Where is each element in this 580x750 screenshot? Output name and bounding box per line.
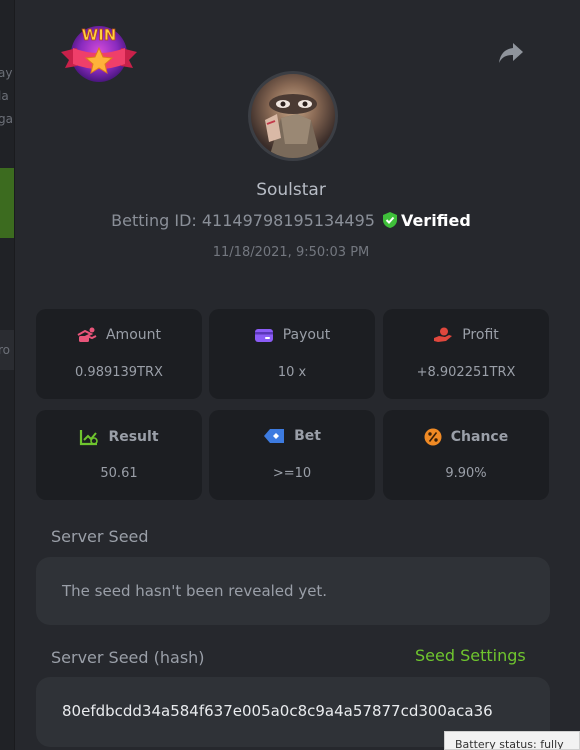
amount-value: 0.989139TRX <box>75 365 163 380</box>
profit-icon <box>434 327 453 342</box>
profit-value: +8.902251TRX <box>416 365 516 380</box>
profit-label: Profit <box>462 327 499 343</box>
result-icon <box>80 430 99 446</box>
amount-label: Amount <box>105 327 161 343</box>
bet-label: Bet <box>294 428 321 444</box>
payout-icon <box>254 329 273 342</box>
bet-value: >=10 <box>272 466 312 481</box>
bet-timestamp: 11/18/2021, 9:50:03 PM <box>212 245 370 260</box>
background-page: ay la ga ro <box>0 0 14 750</box>
avatar[interactable] <box>248 71 338 161</box>
chance-label: Chance <box>450 429 509 445</box>
betting-id-label: Betting ID: <box>111 211 197 230</box>
server-seed-hash-label: Server Seed (hash) <box>51 648 205 667</box>
payout-label: Payout <box>282 327 331 343</box>
share-arrow-icon[interactable] <box>497 40 525 66</box>
amount-icon <box>77 327 97 342</box>
seed-settings-link[interactable]: Seed Settings <box>415 646 526 665</box>
background-green-button <box>0 168 14 238</box>
result-card: Result 50.61 <box>36 410 202 500</box>
bet-card: Bet >=10 <box>209 410 375 500</box>
result-label: Result <box>108 429 159 445</box>
chance-card: Chance 9.90% <box>383 410 549 500</box>
chance-value: 9.90% <box>445 466 487 481</box>
result-value: 50.61 <box>100 466 138 481</box>
username: Soulstar <box>256 180 326 200</box>
background-text: la <box>0 89 9 103</box>
verified-label: Verified <box>400 211 471 230</box>
background-text: ro <box>0 343 11 357</box>
background-text: ay <box>0 66 13 80</box>
background-text: ga <box>0 112 13 126</box>
server-seed-label: Server Seed <box>51 527 149 546</box>
payout-card: Payout 10 x <box>209 309 375 399</box>
bet-icon <box>264 429 285 443</box>
amount-card: Amount 0.989139TRX <box>36 309 202 399</box>
win-logo: WIN <box>55 18 143 86</box>
profit-card: Profit +8.902251TRX <box>383 309 549 399</box>
logo-text: WIN <box>82 26 117 44</box>
battery-tooltip: Battery status: fully <box>444 731 580 750</box>
verified-shield-icon <box>382 212 397 228</box>
betting-id-row: Betting ID: 41149798195134495 Verified <box>15 211 567 230</box>
bet-details-modal: WIN Soulstar Betting ID: 411497981951344… <box>14 0 580 750</box>
betting-id: 41149798195134495 <box>201 211 375 230</box>
payout-value: 10 x <box>277 365 307 380</box>
chance-icon <box>424 428 442 446</box>
server-seed-field: The seed hasn't been revealed yet. <box>36 557 550 625</box>
